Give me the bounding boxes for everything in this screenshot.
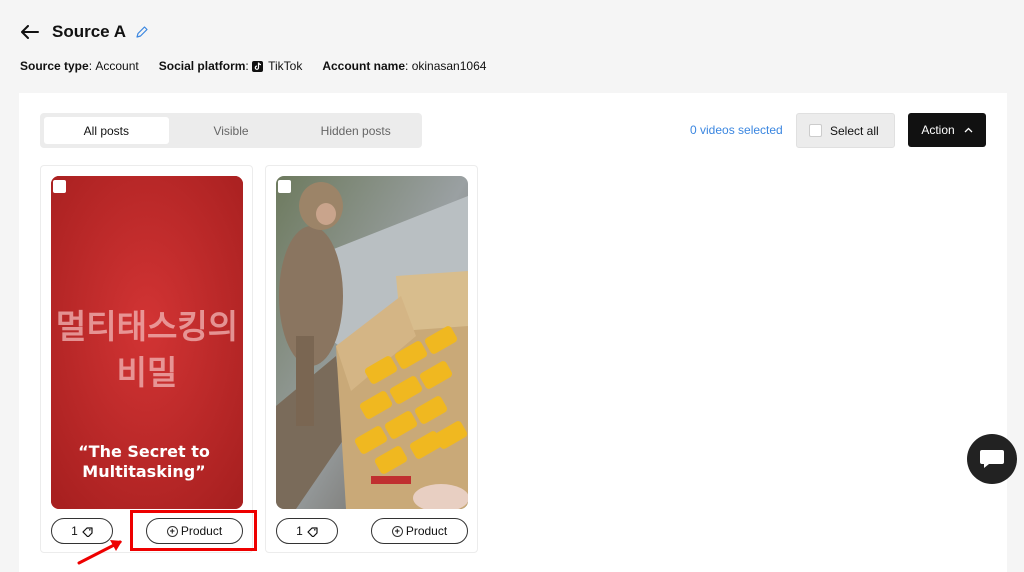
highlight-annotation-box <box>130 510 257 551</box>
video-thumbnail[interactable]: 멀티태스킹의 비밀 “The Secret to Multitasking” <box>51 176 243 509</box>
pencil-edit-icon[interactable] <box>135 24 151 40</box>
post-select-checkbox[interactable] <box>53 180 66 193</box>
add-product-button[interactable]: + Product <box>371 518 468 544</box>
tiktok-icon <box>252 60 264 72</box>
account-name: Account name: okinasan1064 <box>322 59 487 73</box>
tag-count: 1 <box>296 524 303 538</box>
posts-panel: All posts Visible Hidden posts 0 videos … <box>19 93 1007 572</box>
post-filter-tabs: All posts Visible Hidden posts <box>40 113 422 148</box>
tab-all-posts[interactable]: All posts <box>44 117 169 144</box>
source-meta: Source type: Account Social platform: Ti… <box>20 59 506 73</box>
account-value: okinasan1064 <box>411 59 487 73</box>
select-all-button[interactable]: Select all <box>796 113 895 148</box>
source-type: Source type: Account <box>20 59 139 73</box>
post-card: 1 + Product <box>265 165 478 553</box>
platform-label: Social platform <box>158 59 246 73</box>
tab-visible[interactable]: Visible <box>169 117 294 144</box>
plus-circle-icon: + <box>391 525 403 537</box>
thumb-korean-line1: 멀티태스킹의 <box>56 307 238 346</box>
action-label: Action <box>921 123 955 137</box>
source-type-value: Account <box>95 59 139 73</box>
social-platform: Social platform: TikTok <box>158 59 303 73</box>
account-label: Account name <box>322 59 406 73</box>
page-title: Source A <box>52 22 127 41</box>
post-card: 멀티태스킹의 비밀 “The Secret to Multitasking” 1… <box>40 165 253 553</box>
page-header: Source A <box>20 20 151 44</box>
back-arrow-icon[interactable] <box>20 22 40 42</box>
source-type-label: Source type <box>20 59 89 73</box>
product-label: Product <box>405 524 448 538</box>
tag-count-button[interactable]: 1 <box>276 518 338 544</box>
video-thumbnail[interactable] <box>276 176 468 509</box>
chat-bubble-icon <box>980 450 1004 468</box>
chat-support-button[interactable] <box>967 434 1017 484</box>
red-arrow-icon <box>76 536 126 571</box>
chevron-up-icon <box>964 125 973 135</box>
tab-hidden-posts[interactable]: Hidden posts <box>293 117 418 144</box>
select-all-checkbox[interactable] <box>809 124 822 137</box>
thumb-caption-line1: “The Secret to <box>78 442 210 461</box>
selected-count: 0 videos selected <box>690 123 783 137</box>
select-all-label: Select all <box>830 123 879 138</box>
thumb-korean-line2: 비밀 <box>117 353 178 392</box>
tag-icon <box>82 526 93 537</box>
thumb-caption-line2: Multitasking” <box>82 462 205 481</box>
action-button[interactable]: Action <box>908 113 986 147</box>
post-select-checkbox[interactable] <box>278 180 291 193</box>
platform-value: TikTok <box>268 59 303 73</box>
tag-icon <box>307 526 318 537</box>
